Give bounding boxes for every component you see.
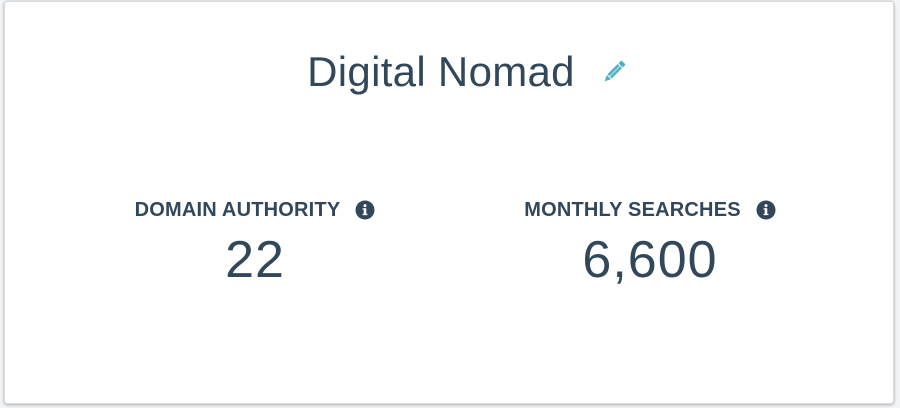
monthly-searches-value: 6,600 bbox=[582, 231, 718, 289]
domain-authority-metric: DOMAIN AUTHORITY 22 bbox=[105, 192, 405, 290]
title-row: Digital Nomad bbox=[5, 42, 893, 102]
page-title: Digital Nomad bbox=[307, 48, 575, 95]
monthly-searches-label: MONTHLY SEARCHES bbox=[524, 198, 741, 221]
monthly-searches-info-button[interactable] bbox=[756, 200, 776, 220]
info-icon bbox=[756, 200, 776, 220]
edit-title-button[interactable] bbox=[597, 55, 631, 89]
domain-authority-info-button[interactable] bbox=[355, 200, 375, 220]
pencil-icon bbox=[604, 60, 626, 82]
topic-card: Digital Nomad DOMAIN AUTHORITY 22 MONTHL… bbox=[4, 1, 894, 404]
info-icon bbox=[355, 200, 375, 220]
monthly-searches-metric: MONTHLY SEARCHES 6,600 bbox=[500, 192, 800, 290]
domain-authority-value: 22 bbox=[225, 231, 285, 289]
domain-authority-label: DOMAIN AUTHORITY bbox=[134, 198, 341, 221]
